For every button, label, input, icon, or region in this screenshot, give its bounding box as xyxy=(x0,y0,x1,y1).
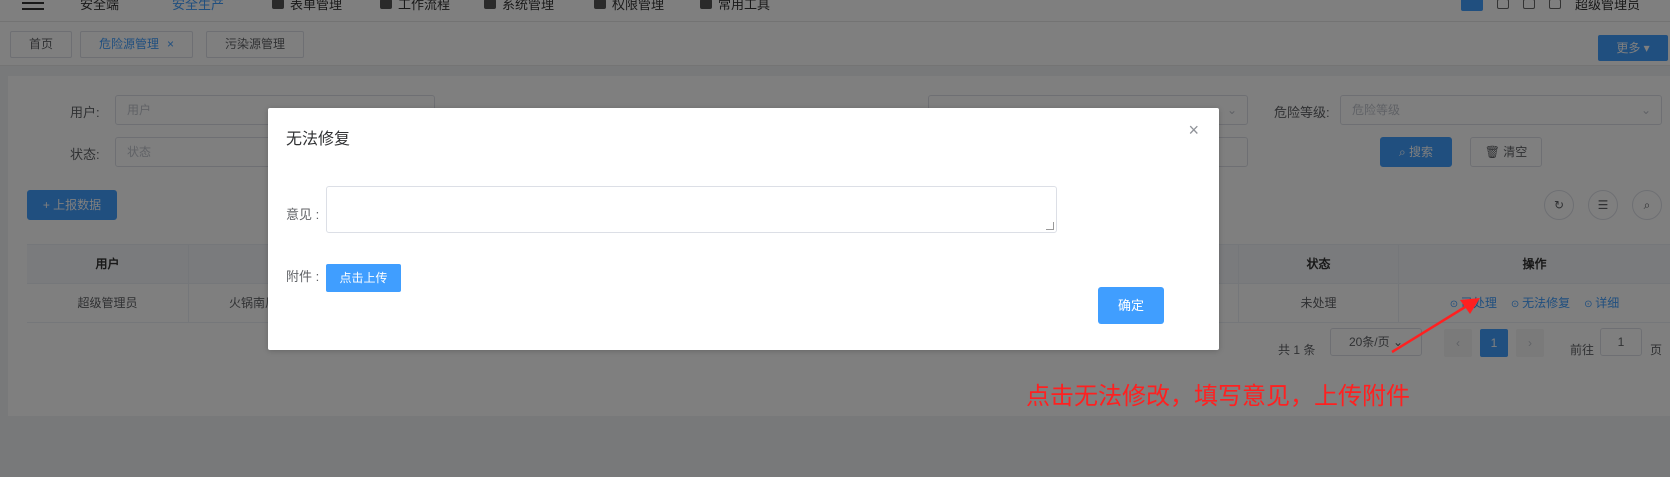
annotation-arrow xyxy=(1391,298,1480,354)
annotation-text: 点击无法修改，填写意见，上传附件 xyxy=(1026,382,1410,410)
